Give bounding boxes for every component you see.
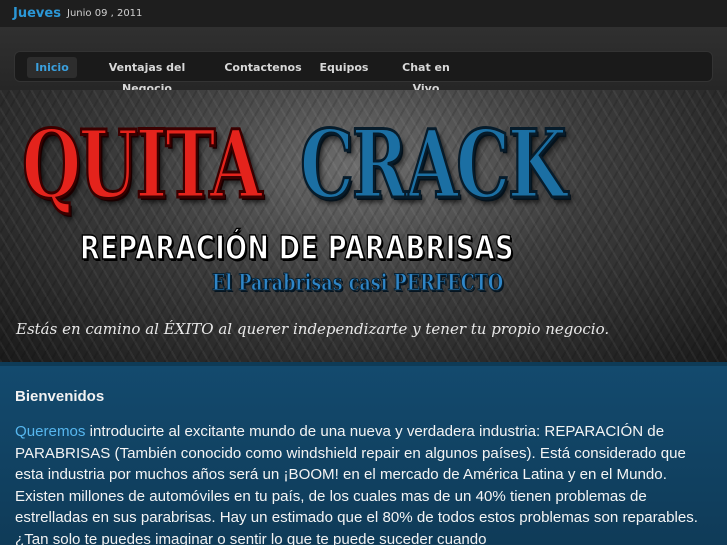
hero-slogan: Estás en camino al ÉXITO al querer indep… [16, 320, 610, 338]
nav-item-contactenos[interactable]: Contactenos [223, 57, 303, 78]
intro-text: introducirte al excitante mundo de una n… [15, 423, 698, 545]
date-label: Junio 09 , 2011 [67, 8, 143, 19]
day-label: Jueves [13, 6, 61, 21]
hero-tagline: El Parabrisas casi PERFECTO [212, 270, 504, 297]
logo-crack: CRACK [299, 109, 568, 222]
hero-subtitle: REPARACIÓN DE PARABRISAS [79, 227, 514, 268]
main-navigation: Inicio Ventajas del Negocio Contactenos … [14, 51, 713, 95]
intro-link[interactable]: Queremos [15, 423, 85, 440]
logo-quita: QUITA [21, 109, 263, 222]
nav-item-ventajas[interactable]: Ventajas del Negocio [89, 57, 205, 95]
welcome-paragraph: Queremos introducirte al excitante mundo… [15, 421, 715, 545]
nav-item-inicio[interactable]: Inicio [27, 57, 77, 78]
welcome-heading: Bienvenidos [15, 388, 105, 405]
welcome-section: Bienvenidos Queremos introducirte al exc… [0, 366, 727, 545]
top-date-bar: Jueves Junio 09 , 2011 [0, 0, 727, 27]
nav-item-chat[interactable]: Chat en Vivo [387, 57, 465, 95]
nav-item-equipos[interactable]: Equipos [317, 57, 371, 78]
